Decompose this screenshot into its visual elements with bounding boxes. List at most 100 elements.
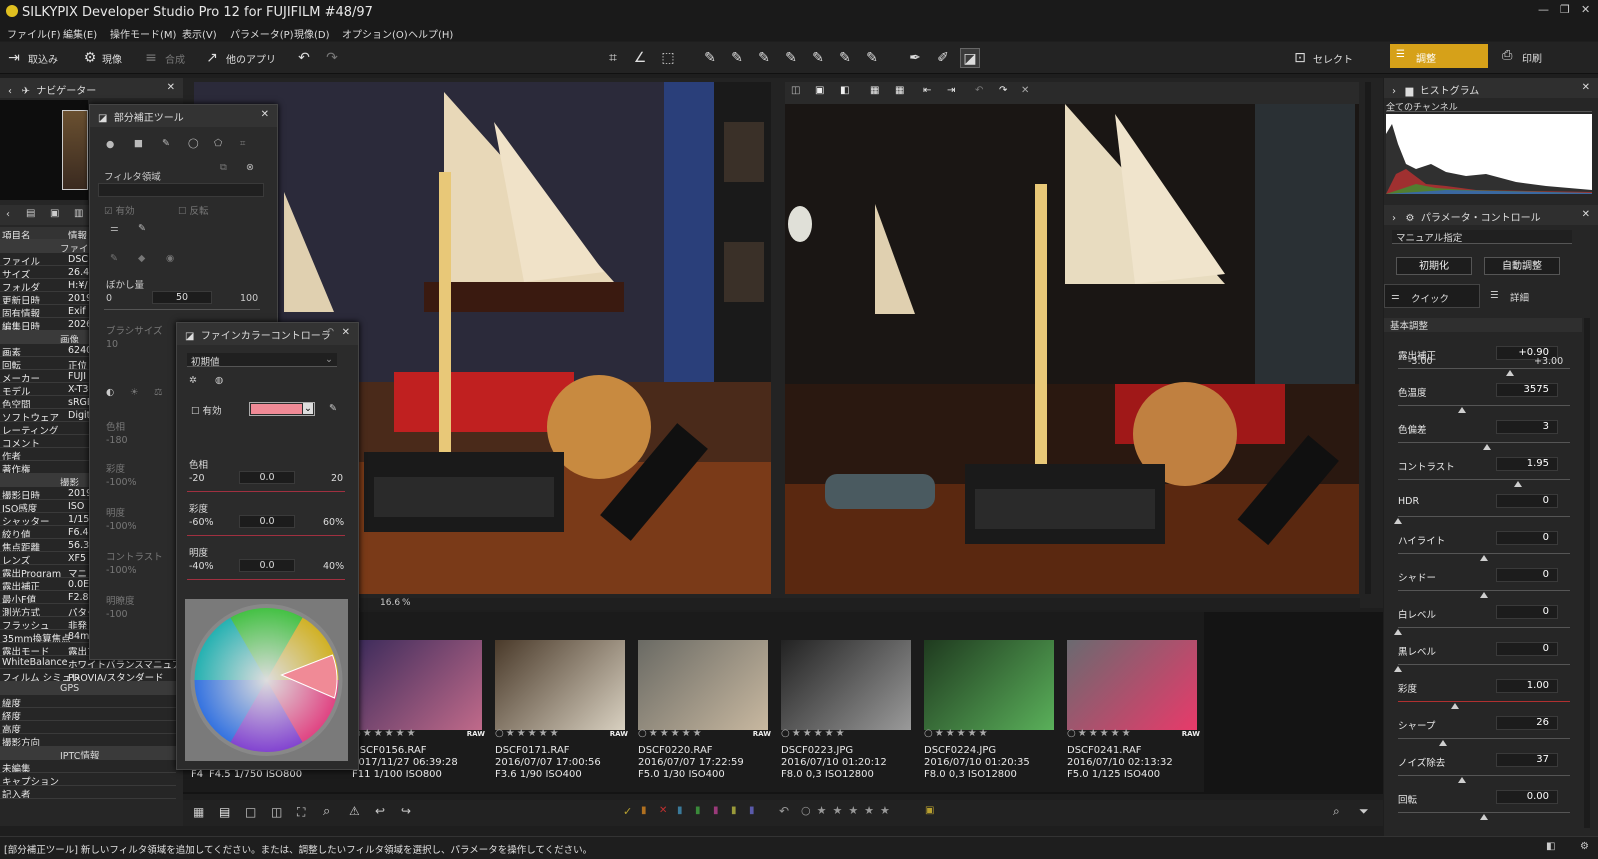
adjust-mode-button[interactable]: ☰ 調整 <box>1390 44 1488 68</box>
param-slider-knob[interactable] <box>1480 555 1488 561</box>
thumb-rating[interactable]: ○★★★★★ <box>638 728 704 739</box>
info-row[interactable]: フィルム シミュレ PROVIA/スタンダード <box>0 669 176 682</box>
thumb-rating[interactable]: ○★★★★★ <box>1067 728 1133 739</box>
dust-tool-icon[interactable]: ✎ <box>727 48 747 68</box>
rotate-left-icon[interactable]: ↶ <box>975 85 983 96</box>
param-slider[interactable] <box>1398 442 1570 443</box>
copy-left-icon[interactable]: ⇤ <box>923 85 931 96</box>
param-slider-knob[interactable] <box>1394 666 1402 672</box>
rotate-icon[interactable]: ∠ <box>630 48 650 68</box>
navigator-thumbnail[interactable] <box>0 100 88 200</box>
gradient-filter-icon[interactable]: ⌗ <box>240 138 245 149</box>
histogram-close-icon[interactable]: ✕ <box>1582 82 1590 93</box>
tab-detail[interactable]: ☰ 詳細 <box>1484 284 1580 308</box>
other-app-button[interactable]: 他のアプリ <box>226 51 276 66</box>
fine-bright-slider[interactable] <box>187 579 345 580</box>
reject-icon[interactable]: ✕ <box>659 805 667 816</box>
fine-sat-input[interactable]: 0.0 <box>239 515 295 528</box>
info-section[interactable]: IPTC情報 <box>0 747 176 760</box>
fine-tool-icon[interactable]: ✎ <box>862 48 882 68</box>
undo-icon[interactable]: ↶ <box>294 48 314 68</box>
filter-area-list[interactable] <box>98 183 264 197</box>
forward-icon[interactable]: ↪ <box>401 804 411 818</box>
info-row[interactable]: 未編集 <box>0 760 176 773</box>
search-icon[interactable]: ⌕ <box>1333 804 1340 819</box>
zoom-icon[interactable]: ⌕ <box>323 804 330 819</box>
filmstrip-view-icon[interactable]: ▤ <box>219 805 230 819</box>
tag-green-icon[interactable]: ▮ <box>695 805 701 816</box>
partial-enabled-checkbox[interactable]: ☑ 有効 <box>104 203 135 217</box>
param-slider[interactable] <box>1398 479 1570 480</box>
back-icon[interactable]: ↩ <box>375 804 385 818</box>
param-value-input[interactable]: 1.00 <box>1496 679 1558 693</box>
param-value-input[interactable]: 3575 <box>1496 383 1558 397</box>
color-wheel-area[interactable] <box>185 599 348 761</box>
viewer-scrollbar[interactable] <box>1365 82 1371 594</box>
fine-hue-slider[interactable] <box>187 491 345 492</box>
channel-select[interactable]: 全てのチャンネル <box>1386 100 1592 113</box>
compare-close-icon[interactable]: ✕ <box>1021 85 1029 96</box>
filmstrip-item[interactable]: ○★★★★★ DSCF0223.JPG 2016/07/10 01:20:12 … <box>775 612 918 792</box>
gradient-tool-icon[interactable]: ✎ <box>781 48 801 68</box>
thumb-rating[interactable]: ○★★★★★ <box>781 728 847 739</box>
filmstrip-item[interactable]: ○★★★★★ RAW DSCF0220.RAF 2016/07/07 17:22… <box>632 612 775 792</box>
eraser-tool-icon[interactable]: ✎ <box>835 48 855 68</box>
filter-icon[interactable]: ⏷ <box>1359 804 1369 819</box>
fine-enabled-checkbox[interactable]: ☐ 有効 <box>191 403 222 417</box>
color-tab-icon[interactable]: ◐ <box>106 387 114 398</box>
check-icon[interactable]: ✓ <box>623 805 632 818</box>
menu-view[interactable]: 表示(V) <box>182 26 217 41</box>
color-wheel-tab-icon[interactable]: ✲ <box>189 375 197 386</box>
tab-prev-icon[interactable]: ‹ <box>6 209 10 220</box>
marker-icon[interactable]: ✐ <box>933 48 953 68</box>
rect-filter-icon[interactable]: ■ <box>134 138 143 149</box>
info-row[interactable]: 高度 <box>0 721 176 734</box>
view-mode-icon[interactable]: ▣ <box>815 85 824 96</box>
info-row[interactable]: キャプション <box>0 773 176 786</box>
param-slider[interactable] <box>1398 738 1570 739</box>
auto-mask-icon[interactable]: ◉ <box>166 253 174 264</box>
undo-rating-icon[interactable]: ↶ <box>779 804 789 818</box>
compose-button[interactable]: 合成 <box>165 51 185 66</box>
picker-tab-icon[interactable]: ◍ <box>215 375 223 386</box>
monitor-icon[interactable]: ◧ <box>1546 841 1555 852</box>
param-slider[interactable] <box>1398 516 1570 517</box>
delete-filter-icon[interactable]: ⊗ <box>246 162 254 173</box>
exif-tab-icon[interactable]: ▥ <box>74 208 83 219</box>
param-value-input[interactable]: 0 <box>1496 642 1558 656</box>
rating-stars[interactable]: ○★★★★★ <box>801 804 896 817</box>
fine-bright-input[interactable]: 0.0 <box>239 559 295 572</box>
info-row[interactable]: 記入者 <box>0 786 176 799</box>
param-slider[interactable] <box>1398 812 1570 813</box>
light-tab-icon[interactable]: ☀ <box>130 387 139 398</box>
blur-slider-track[interactable] <box>104 309 260 310</box>
filmstrip-item[interactable]: ○★★★★★ RAW DSCF0241.RAF 2016/07/10 02:13… <box>1061 612 1204 792</box>
param-value-input[interactable]: 0 <box>1496 605 1558 619</box>
param-slider-knob[interactable] <box>1457 407 1466 413</box>
param-slider[interactable] <box>1398 590 1570 591</box>
view-grid-icon[interactable]: ▦ <box>870 85 879 96</box>
param-scrollbar[interactable] <box>1584 318 1590 828</box>
param-slider-knob[interactable] <box>1514 481 1523 487</box>
tag-purple-icon[interactable]: ▮ <box>749 805 755 816</box>
copy-right-icon[interactable]: ⇥ <box>947 85 955 96</box>
pen-add-icon[interactable]: ✎ <box>110 253 118 264</box>
grid-view-icon[interactable]: ▦ <box>193 805 204 819</box>
redo-icon[interactable]: ↷ <box>322 48 342 68</box>
sliders-tab-icon[interactable]: ⚌ <box>110 223 119 234</box>
param-slider[interactable] <box>1398 405 1570 406</box>
color-swatch[interactable]: ⌄ <box>249 402 315 416</box>
partial-close-icon[interactable]: ✕ <box>261 109 269 120</box>
tone-tab-icon[interactable]: ⚖ <box>154 387 163 398</box>
view-single-icon[interactable]: ◫ <box>791 85 800 96</box>
param-slider-knob[interactable] <box>1394 518 1402 524</box>
select-button[interactable]: セレクト <box>1313 51 1353 66</box>
param-slider-knob[interactable] <box>1505 370 1514 376</box>
pen-icon[interactable]: ✒ <box>905 48 925 68</box>
menu-develop[interactable]: 現像(D) <box>294 26 330 41</box>
thumb-rating[interactable]: ○★★★★★ <box>352 728 418 739</box>
tag-orange-icon[interactable]: ▮ <box>641 805 647 816</box>
initialize-button[interactable]: 初期化 <box>1396 257 1472 275</box>
param-collapse-icon[interactable]: › <box>1392 213 1396 224</box>
minimize-icon[interactable]: — <box>1538 3 1549 16</box>
